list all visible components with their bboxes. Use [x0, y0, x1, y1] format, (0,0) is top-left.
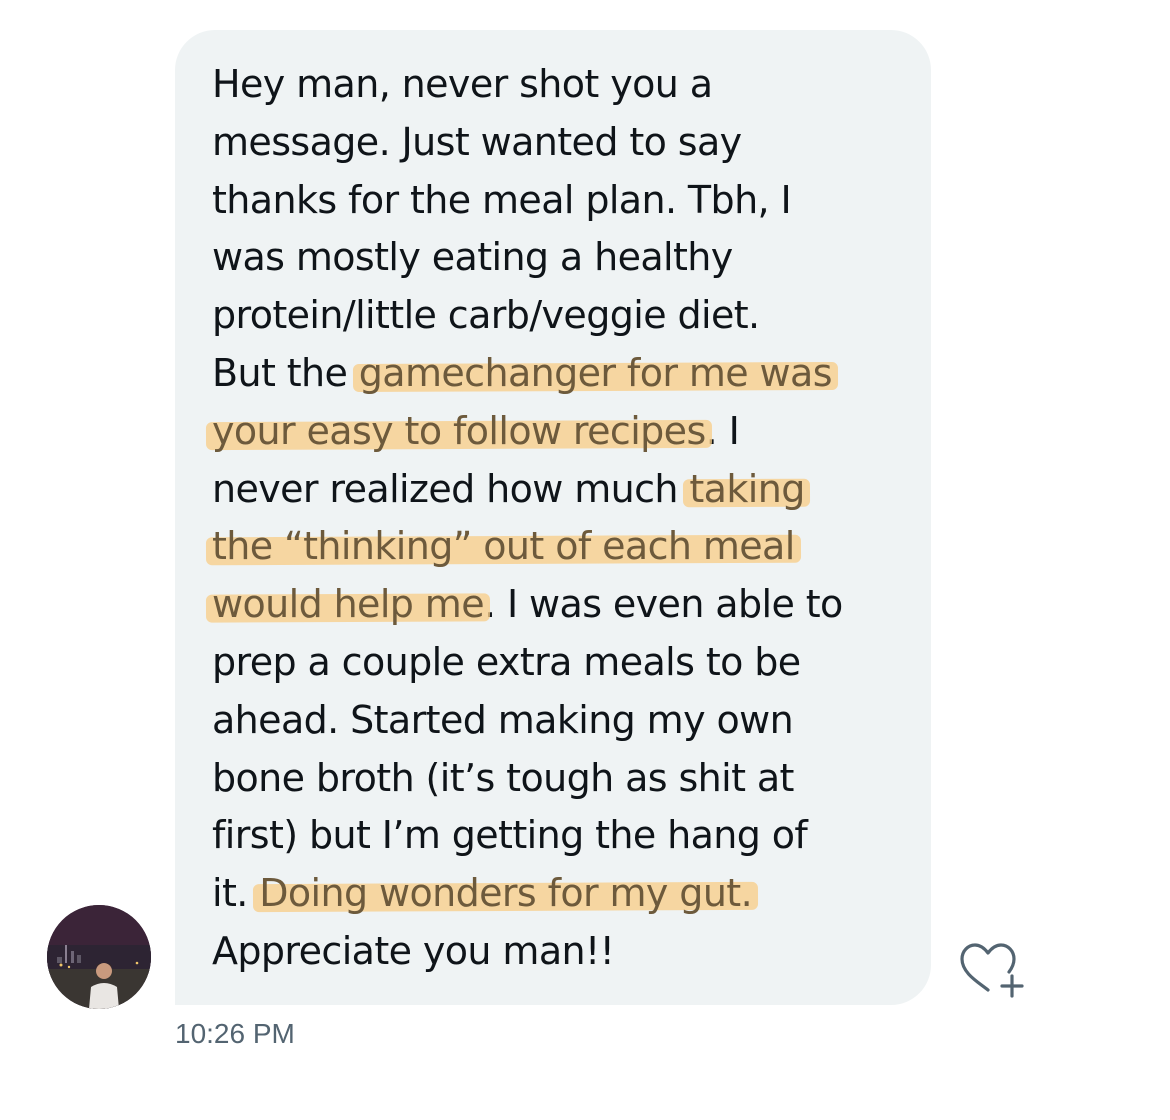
message-line: message. Just wanted to say [212, 113, 742, 171]
message-line: protein/little carb/veggie diet. [212, 286, 760, 344]
message-text-segment: . I was even able to [484, 582, 843, 627]
highlighted-text: would help me [212, 582, 485, 627]
message-text-segment: But the [212, 351, 359, 395]
message-line: the “thinking” out of each meal [212, 517, 795, 575]
avatar[interactable] [47, 905, 151, 1009]
message-text-segment: Appreciate you man!! [212, 929, 615, 973]
message-text-segment: never realized how much [212, 466, 690, 511]
heart-plus-icon [960, 943, 1024, 998]
message-line: prep a couple extra meals to be [212, 633, 801, 691]
highlighted-text: the “thinking” out of each meal [212, 524, 795, 569]
message-line: Appreciate you man!! [212, 922, 615, 980]
message-text-segment: bone broth (it’s tough as shit at [212, 755, 794, 800]
message-timestamp: 10:26 PM [175, 1018, 295, 1049]
message-line: never realized how much taking [212, 460, 805, 518]
message-text-segment: was mostly eating a healthy [212, 235, 733, 280]
add-reaction-button[interactable] [956, 940, 1028, 1000]
highlighted-text: Doing wonders for my gut. [259, 871, 753, 916]
message-line: bone broth (it’s tough as shit at [212, 749, 794, 807]
message-line: Hey man, never shot you a [212, 55, 713, 113]
message-text-segment: first) but I’m getting the hang of [212, 813, 808, 858]
message-text-segment: thanks for the meal plan. Tbh, I [212, 177, 792, 222]
highlighted-text: gamechanger for me was [358, 351, 833, 395]
message-text-segment: Hey man, never shot you a [212, 62, 713, 106]
message-text-segment: protein/little carb/veggie diet. [212, 293, 760, 338]
message-line: your easy to follow recipes. I [212, 402, 740, 460]
message-text-segment: ahead. Started making my own [212, 697, 794, 742]
message-line: ahead. Started making my own [212, 691, 794, 749]
message-line: would help me. I was even able to [212, 575, 843, 633]
message-text-segment: prep a couple extra meals to be [212, 640, 801, 684]
message-text-segment: message. Just wanted to say [212, 119, 742, 164]
highlighted-text: taking [689, 466, 805, 511]
avatar-photo [47, 905, 151, 1009]
message-line: But the gamechanger for me was [212, 344, 833, 402]
message-line: it. Doing wonders for my gut. [212, 864, 753, 922]
message-line: first) but I’m getting the hang of [212, 806, 808, 864]
highlighted-text: your easy to follow recipes [212, 408, 706, 453]
message-line: thanks for the meal plan. Tbh, I [212, 171, 792, 229]
message-line: was mostly eating a healthy [212, 228, 733, 286]
